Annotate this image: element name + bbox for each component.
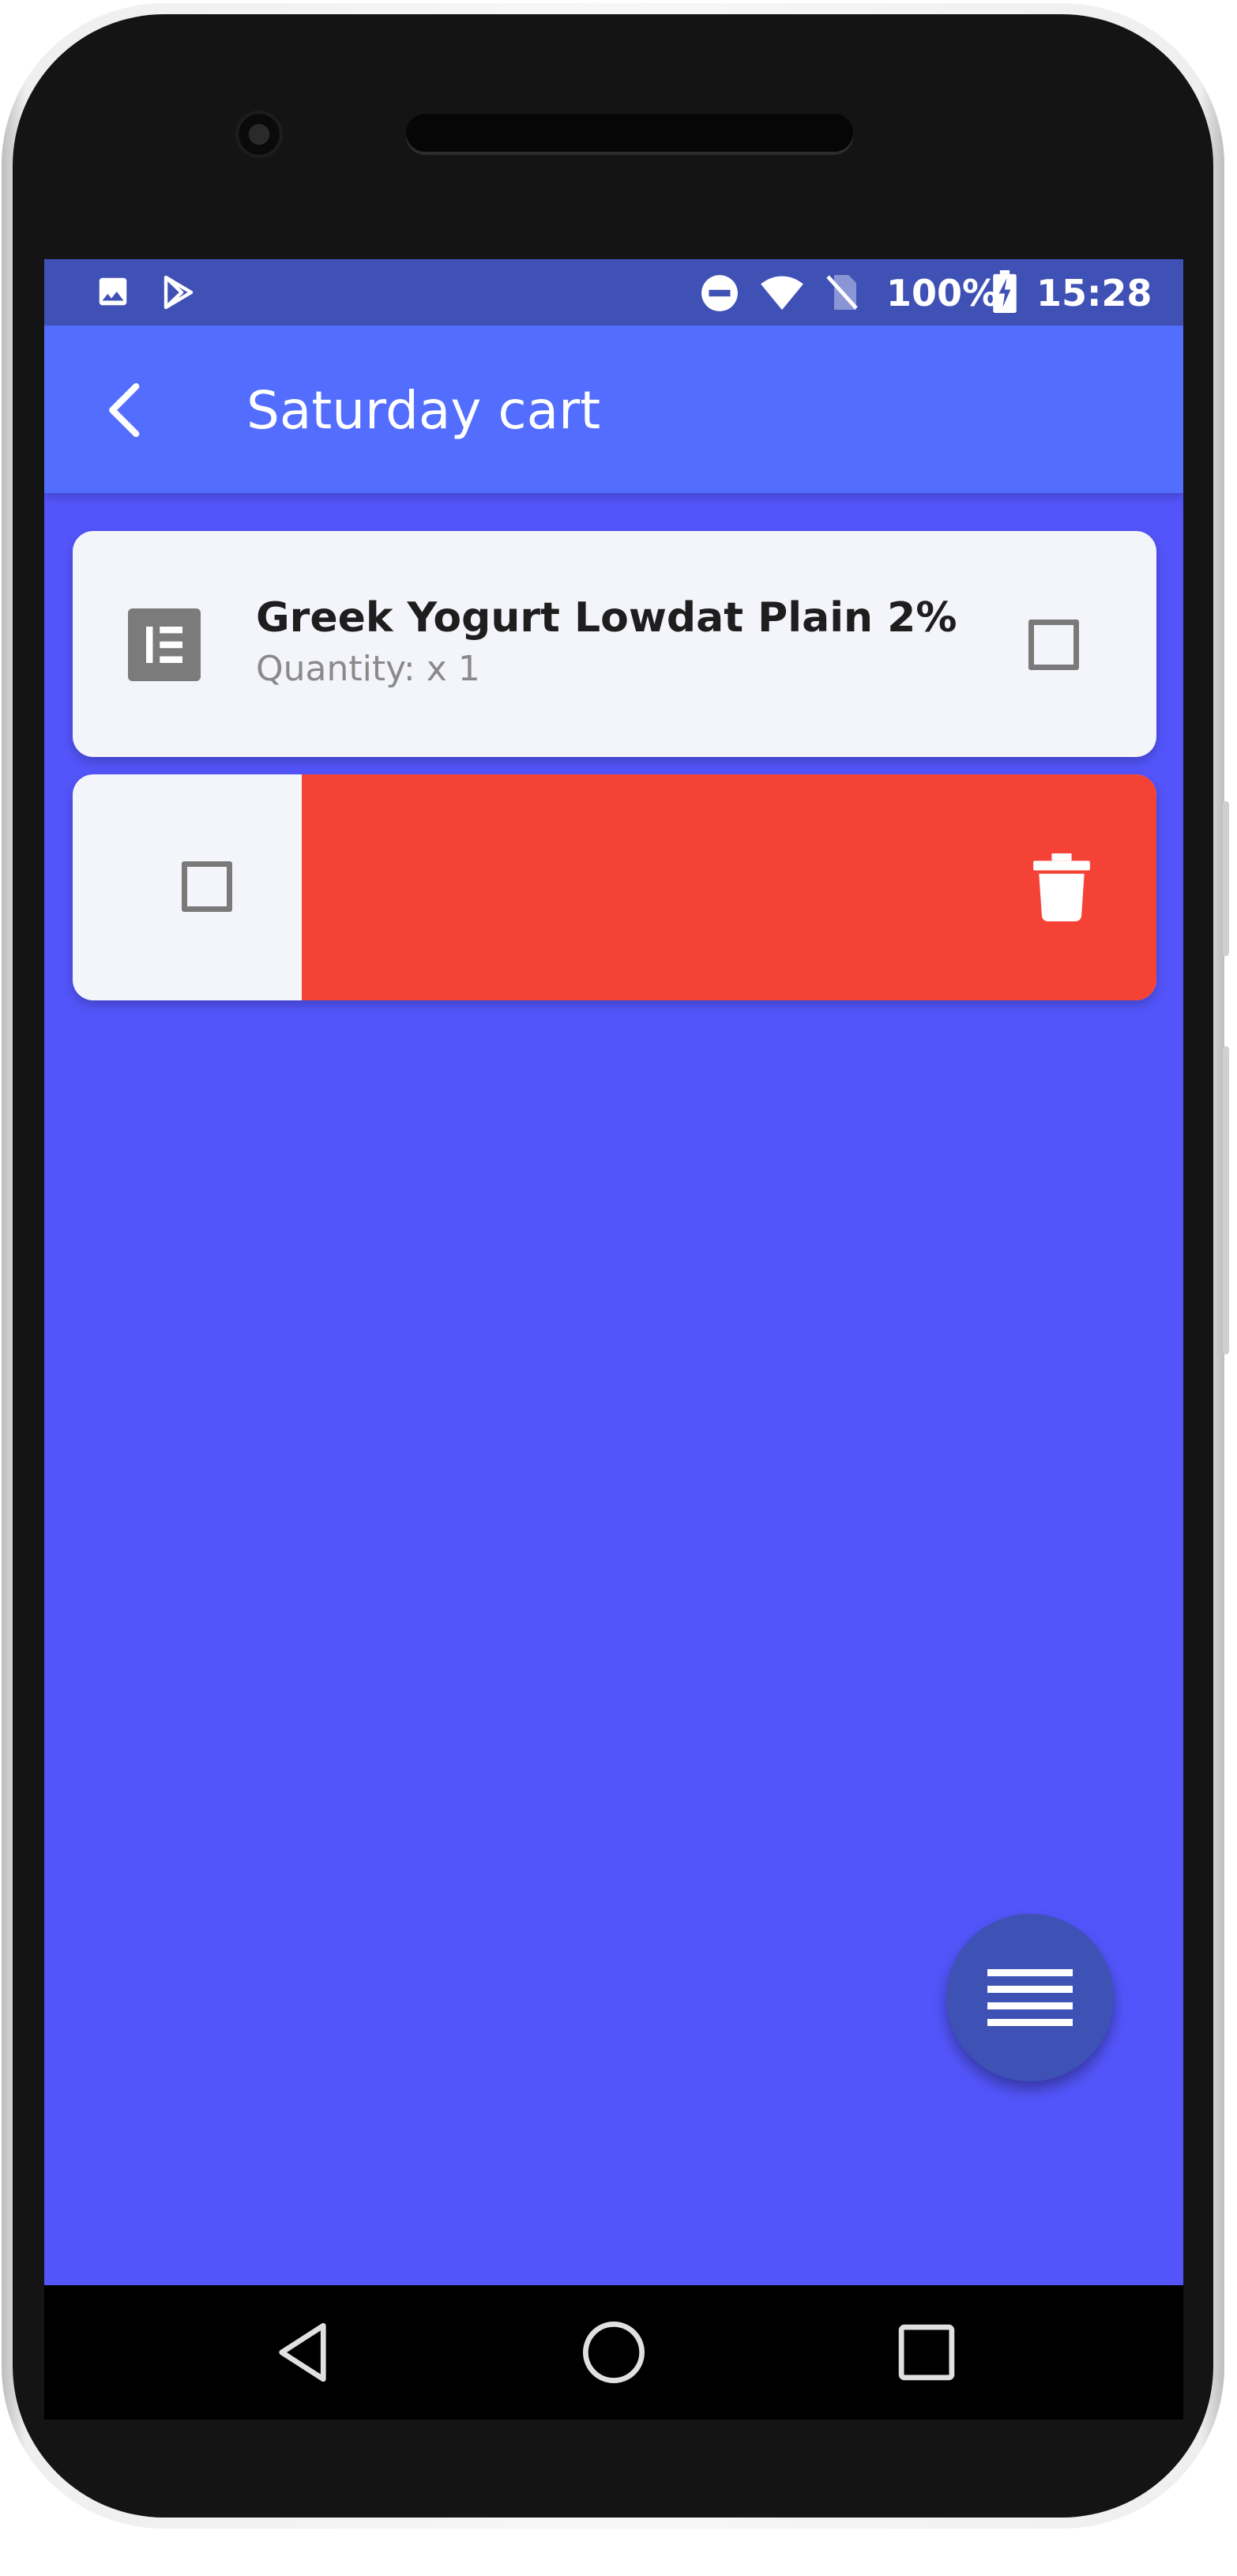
back-triangle-icon[interactable] (267, 2317, 338, 2388)
list-item[interactable]: Greek Yogurt Lowdat Plain 2% Quantity: x… (73, 531, 1156, 757)
clock: 15:28 (1036, 272, 1152, 314)
do-not-disturb-icon (701, 275, 738, 311)
app-bar: Saturday cart (44, 326, 1183, 493)
item-quantity: Quantity: x 1 (256, 649, 480, 689)
page-title: Saturday cart (246, 380, 601, 441)
no-sim-icon (826, 275, 858, 310)
item-checkbox[interactable] (182, 861, 232, 912)
navigation-bar (44, 2285, 1183, 2420)
wifi-icon (761, 276, 803, 311)
play-store-icon (164, 275, 194, 310)
item-name: Greek Yogurt Lowdat Plain 2% (256, 594, 957, 642)
front-camera (235, 111, 283, 158)
power-button (1223, 801, 1229, 956)
volume-button (1223, 1046, 1229, 1354)
image-icon (99, 277, 127, 306)
battery-percentage: 100% (886, 272, 999, 314)
menu-fab[interactable] (946, 1914, 1114, 2081)
recents-square-icon[interactable] (891, 2317, 962, 2388)
menu-icon (987, 1969, 1073, 2026)
swiped-list-item[interactable] (73, 774, 1156, 1000)
delete-swipe-area[interactable] (302, 774, 1156, 1000)
back-arrow-icon[interactable] (92, 375, 163, 446)
item-checkbox[interactable] (1028, 620, 1079, 670)
top-speaker (406, 114, 853, 152)
battery-charging-icon (993, 270, 1017, 313)
list-icon (128, 608, 201, 681)
status-bar: 100% 15:28 (44, 259, 1183, 326)
home-circle-icon[interactable] (578, 2317, 649, 2388)
trash-icon[interactable] (1033, 853, 1090, 921)
screen: 100% 15:28 Saturday cart Greek Yogurt Lo… (44, 259, 1183, 2285)
